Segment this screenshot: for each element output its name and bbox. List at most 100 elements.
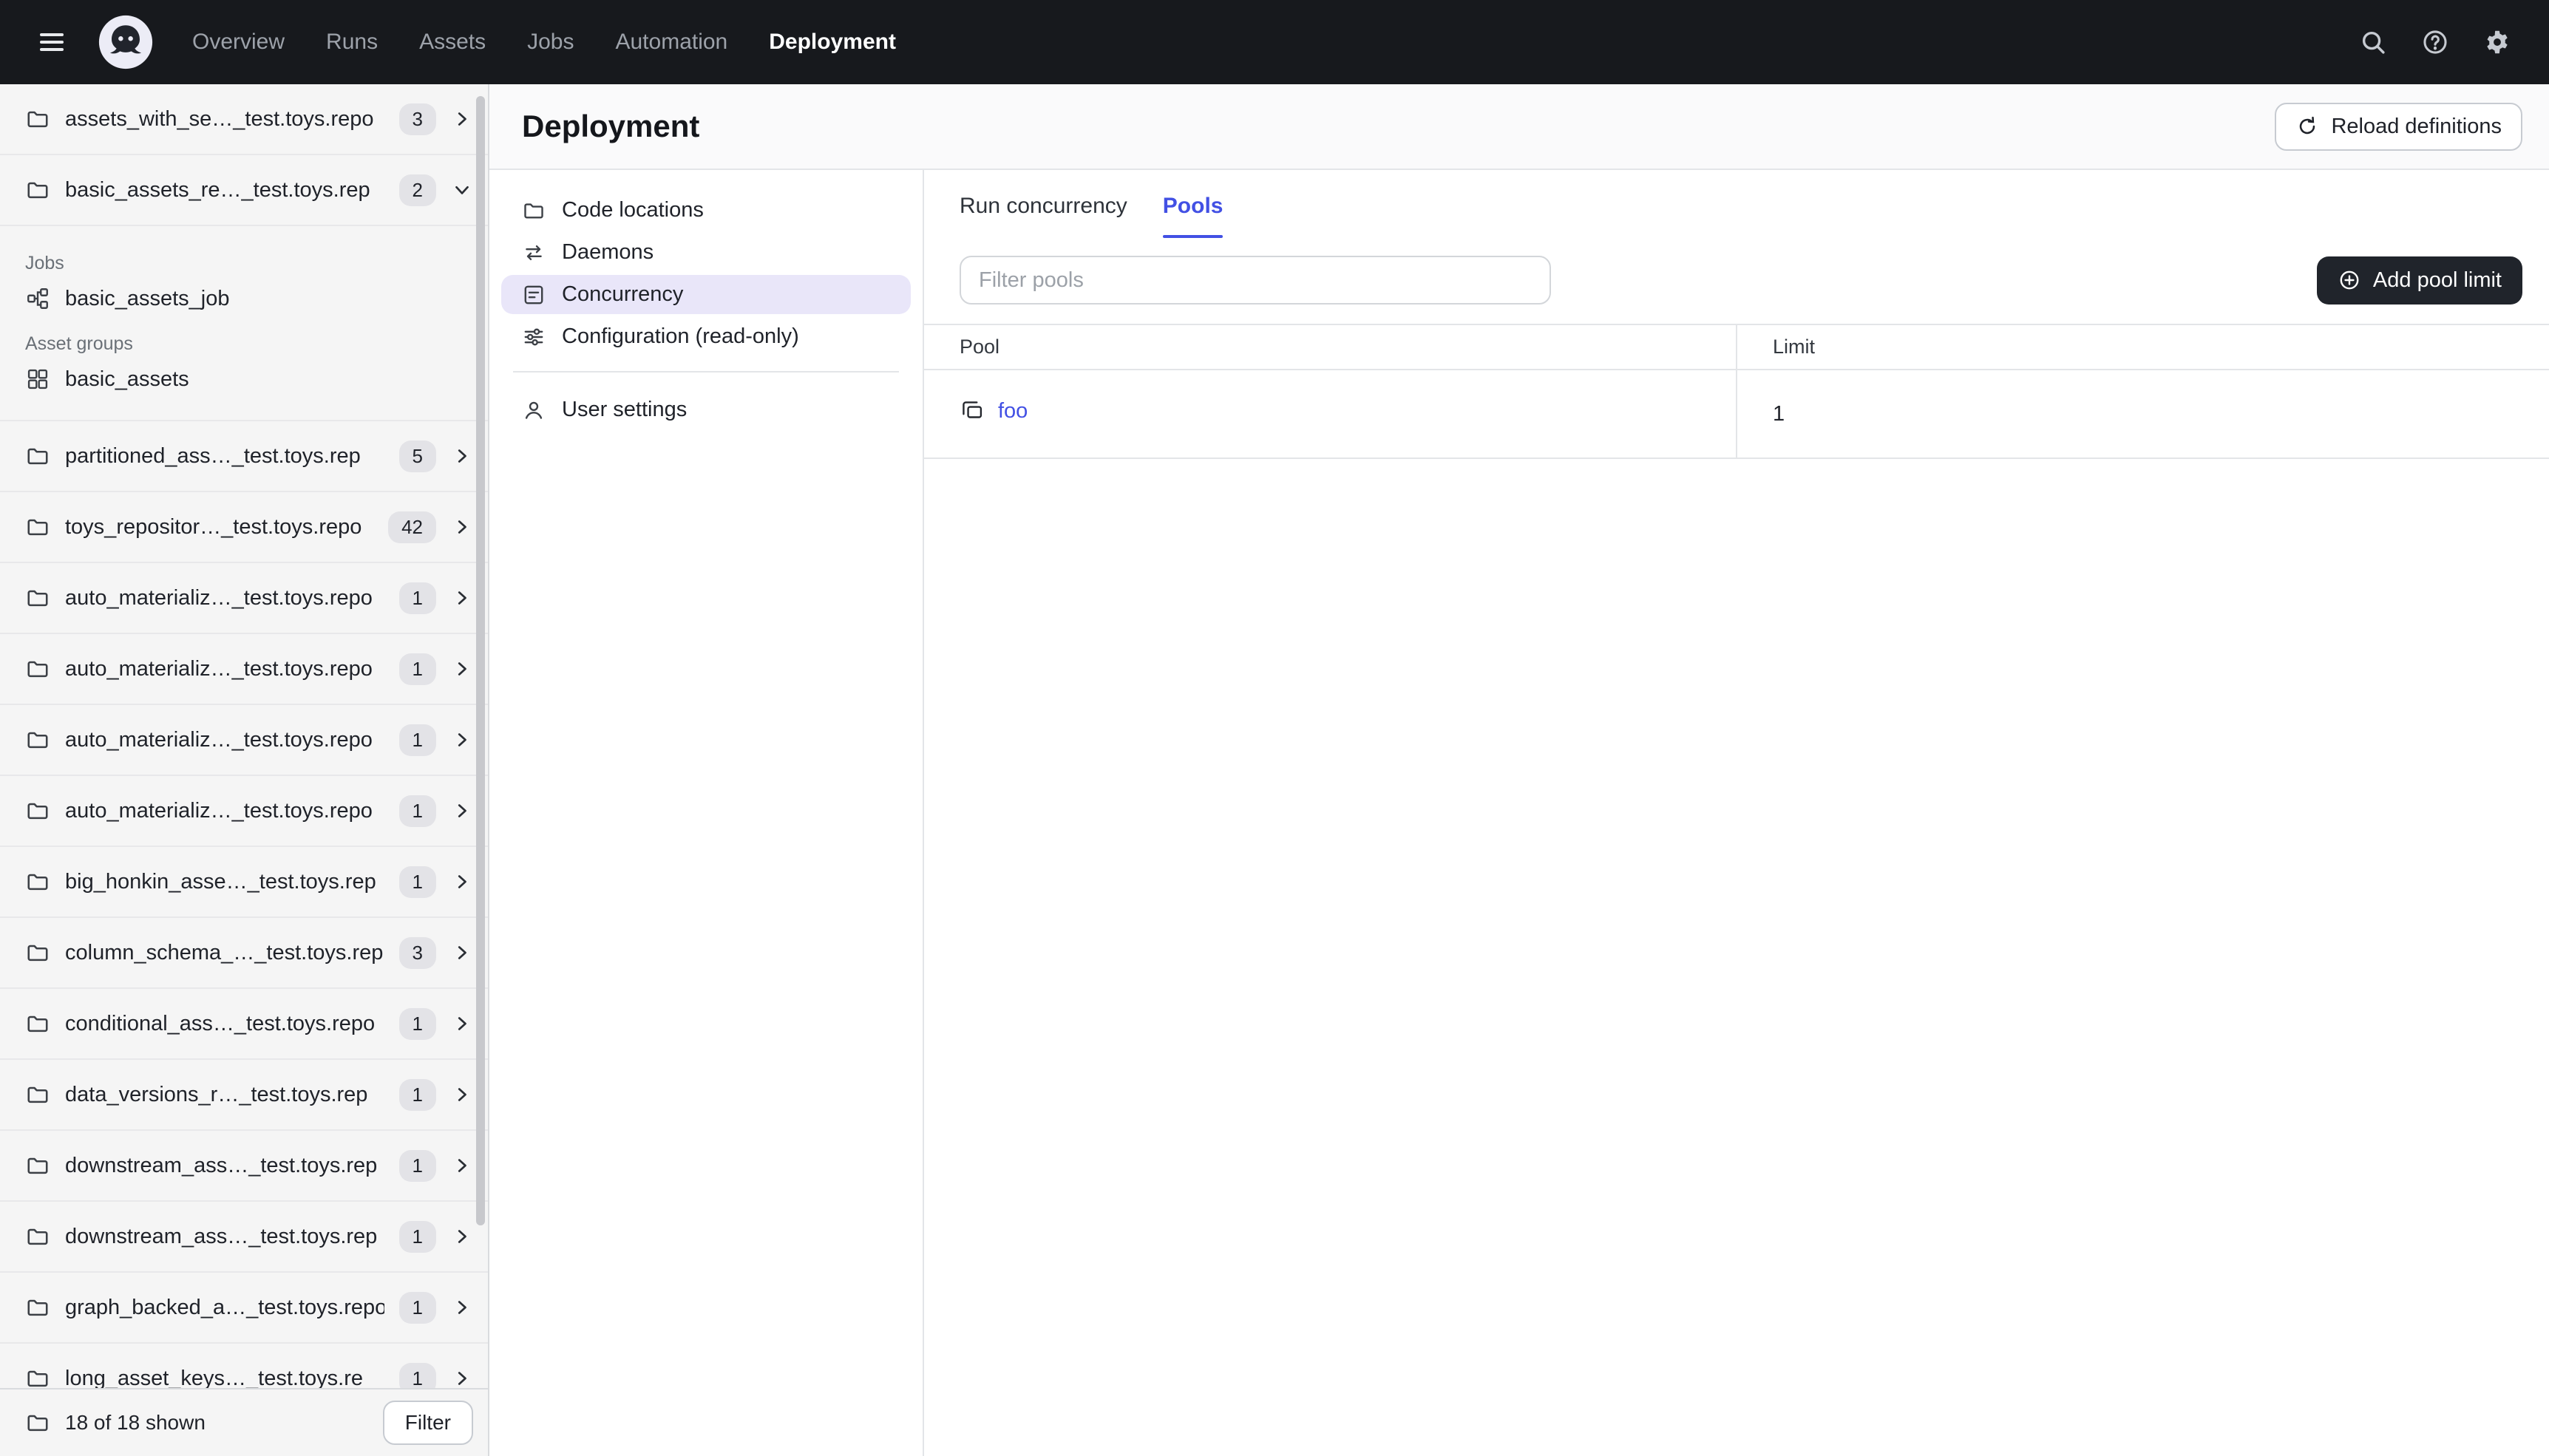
column-header-pool: Pool (924, 324, 1737, 370)
subnav-item-label: Configuration (read-only) (562, 324, 799, 348)
code-location-row[interactable]: auto_materializ…_test.toys.repo 1 (0, 776, 488, 847)
add-pool-limit-button[interactable]: Add pool limit (2316, 256, 2522, 305)
code-location-name: long_asset_keys…_test.toys.re (65, 1366, 363, 1389)
sidebar-child-item[interactable]: basic_assets (0, 359, 488, 399)
code-location-name: assets_with_se…_test.toys.repo (65, 106, 374, 131)
code-location-row[interactable]: downstream_ass…_test.toys.rep 1 (0, 1131, 488, 1202)
tab-pools[interactable]: Pools (1162, 188, 1223, 238)
code-location-row[interactable]: assets_with_se…_test.toys.repo 3 (0, 84, 488, 155)
concurrency-content: Run concurrency Pools Add pool limit (924, 170, 2549, 1456)
nav-item-assets[interactable]: Assets (398, 0, 506, 84)
subnav-item-code-locations[interactable]: Code locations (501, 191, 911, 230)
code-location-row[interactable]: conditional_ass…_test.toys.repo 1 (0, 989, 488, 1060)
code-location-name: auto_materializ…_test.toys.repo (65, 585, 373, 610)
body-row: assets_with_se…_test.toys.repo 3 basic_a… (0, 84, 2549, 1456)
reload-definitions-button[interactable]: Reload definitions (2275, 102, 2522, 151)
main-header: Deployment Reload definitions (489, 84, 2549, 170)
chevron-right-icon[interactable] (451, 1013, 473, 1035)
filter-button[interactable]: Filter (382, 1401, 473, 1445)
section-label: Jobs (25, 253, 64, 273)
topnav: Overview Runs Assets Jobs Automation Deployme… (0, 0, 2549, 84)
count-badge: 1 (398, 724, 436, 756)
subnav-item-concurrency[interactable]: Concurrency (501, 275, 911, 314)
search-button[interactable] (2345, 14, 2401, 70)
code-location-row[interactable]: auto_materializ…_test.toys.repo 1 (0, 705, 488, 776)
folder-icon (25, 727, 50, 752)
hamburger-menu-button[interactable] (24, 14, 80, 70)
code-location-name: auto_materializ…_test.toys.repo (65, 656, 373, 681)
deployment-subnav: Code locations Daemons Concurrency Confi… (489, 170, 924, 1456)
code-location-row[interactable]: graph_backed_a…_test.toys.repo 1 (0, 1273, 488, 1344)
nav-item-automation[interactable]: Automation (594, 0, 748, 84)
chevron-right-icon[interactable] (451, 729, 473, 751)
count-badge: 1 (398, 1362, 436, 1388)
chevron-right-icon[interactable] (451, 658, 473, 680)
main-body: Code locations Daemons Concurrency Confi… (489, 170, 2549, 1456)
code-location-row[interactable]: column_schema_…_test.toys.rep 3 (0, 918, 488, 989)
code-location-row[interactable]: auto_materializ…_test.toys.repo 1 (0, 634, 488, 705)
folder-icon (25, 1082, 50, 1107)
dagster-logo[interactable] (98, 14, 154, 70)
nav-item-overview[interactable]: Overview (172, 0, 305, 84)
count-badge: 1 (398, 1220, 436, 1253)
search-icon (2359, 28, 2387, 56)
code-location-row[interactable]: partitioned_ass…_test.toys.rep 5 (0, 421, 488, 492)
pool-icon (960, 398, 985, 423)
chevron-right-icon[interactable] (451, 1367, 473, 1388)
chevron-right-icon[interactable] (451, 1084, 473, 1106)
code-location-row[interactable]: toys_repositor…_test.toys.repo 42 (0, 492, 488, 563)
daemons-icon (522, 241, 546, 265)
sidebar-child-name: basic_assets (65, 367, 189, 391)
folder-icon (25, 585, 50, 610)
code-location-children: Jobs basic_assets_job Asset groups basic… (0, 226, 488, 421)
code-location-name: basic_assets_re…_test.toys.rep (65, 177, 370, 202)
sidebar-child-item[interactable]: basic_assets_job (0, 279, 488, 319)
nav-item-jobs[interactable]: Jobs (506, 0, 594, 84)
section-label: Asset groups (25, 333, 133, 354)
pool-link[interactable]: foo (960, 398, 1028, 423)
tab-run-concurrency[interactable]: Run concurrency (960, 188, 1127, 238)
chevron-down-icon[interactable] (451, 179, 473, 201)
code-location-name: column_schema_…_test.toys.rep (65, 940, 384, 965)
subnav-item-configuration-read-only[interactable]: Configuration (read-only) (501, 317, 911, 356)
folder-icon (25, 1366, 50, 1388)
chevron-right-icon[interactable] (451, 108, 473, 130)
code-location-row[interactable]: basic_assets_re…_test.toys.rep 2 (0, 155, 488, 226)
code-location-name: big_honkin_asse…_test.toys.rep (65, 869, 376, 894)
help-button[interactable] (2407, 14, 2463, 70)
code-location-name: graph_backed_a…_test.toys.repo (65, 1295, 384, 1319)
user-icon (522, 398, 546, 422)
code-location-row[interactable]: downstream_ass…_test.toys.rep 1 (0, 1202, 488, 1273)
chevron-right-icon[interactable] (451, 516, 473, 538)
subnav-item-daemons[interactable]: Daemons (501, 233, 911, 272)
folder-icon (25, 940, 50, 965)
chevron-right-icon[interactable] (451, 800, 473, 822)
chevron-right-icon[interactable] (451, 942, 473, 964)
nav-item-deployment[interactable]: Deployment (748, 0, 917, 84)
concurrency-tabs: Run concurrency Pools (924, 170, 2549, 238)
chevron-right-icon[interactable] (451, 1296, 473, 1319)
folder-icon (522, 199, 546, 222)
settings-button[interactable] (2469, 14, 2525, 70)
subnav-item-user-settings[interactable]: User settings (501, 390, 911, 429)
chevron-right-icon[interactable] (451, 1225, 473, 1248)
chevron-right-icon[interactable] (451, 871, 473, 893)
code-location-row[interactable]: long_asset_keys…_test.toys.re 1 (0, 1344, 488, 1388)
filter-pools-input[interactable] (960, 256, 1551, 305)
help-icon (2421, 28, 2449, 56)
hamburger-icon (37, 27, 67, 57)
chevron-right-icon[interactable] (451, 587, 473, 609)
code-location-name: downstream_ass…_test.toys.rep (65, 1153, 378, 1177)
count-badge: 5 (398, 440, 436, 472)
pools-table-body: foo 1 (924, 370, 2549, 459)
folder-icon (25, 869, 50, 894)
code-location-row[interactable]: auto_materializ…_test.toys.repo 1 (0, 563, 488, 634)
column-header-limit: Limit (1736, 324, 2549, 370)
code-location-row[interactable]: big_honkin_asse…_test.toys.rep 1 (0, 847, 488, 918)
chevron-right-icon[interactable] (451, 445, 473, 467)
sidebar-scrollbar-thumb[interactable] (476, 96, 485, 1225)
nav-item-runs[interactable]: Runs (305, 0, 398, 84)
subnav-item-label: User settings (562, 398, 688, 421)
code-location-row[interactable]: data_versions_r…_test.toys.rep 1 (0, 1060, 488, 1131)
chevron-right-icon[interactable] (451, 1154, 473, 1177)
